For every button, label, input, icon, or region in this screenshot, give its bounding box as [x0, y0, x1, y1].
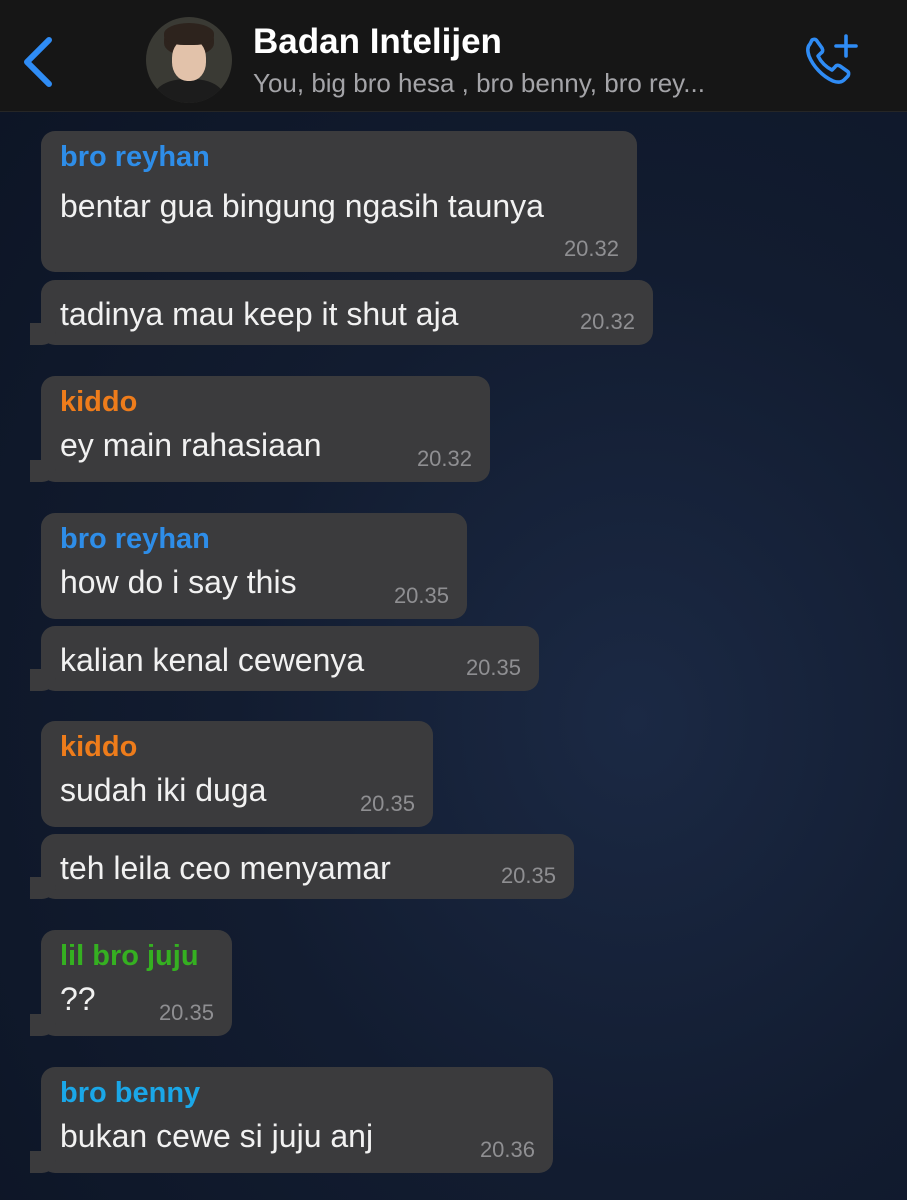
sender-name[interactable]: bro reyhan [60, 140, 619, 174]
back-button[interactable] [18, 34, 58, 90]
message-time: 20.32 [416, 446, 472, 471]
message-bubble[interactable]: lil bro juju ?? 20.35 [30, 930, 232, 1036]
message-bubble[interactable]: bro reyhan bentar gua bingung ngasih tau… [41, 131, 637, 272]
message-time: 20.32 [579, 309, 635, 334]
message-bubble[interactable]: teh leila ceo menyamar 20.35 [30, 834, 574, 899]
message-text: ey main rahasiaan [60, 427, 322, 463]
chat-header: Badan Intelijen You, big bro hesa , bro … [0, 0, 907, 112]
message-text: tadinya mau keep it shut aja [60, 296, 459, 332]
message-time: 20.32 [563, 236, 619, 261]
sender-name[interactable]: kiddo [60, 385, 472, 419]
message-text: kalian kenal cewenya [60, 642, 365, 678]
message-text: ?? [60, 981, 96, 1017]
sender-name[interactable]: lil bro juju [60, 939, 214, 973]
message-bubble[interactable]: kalian kenal cewenya 20.35 [30, 626, 539, 691]
message-text: bukan cewe si juju anj [60, 1118, 374, 1154]
chevron-left-icon [24, 37, 52, 87]
chat-title[interactable]: Badan Intelijen [253, 22, 502, 62]
message-time: 20.35 [158, 1000, 214, 1025]
message-bubble[interactable]: bro benny bukan cewe si juju anj 20.36 [30, 1067, 553, 1173]
message-time: 20.36 [479, 1137, 535, 1162]
sender-name[interactable]: bro reyhan [60, 522, 449, 556]
message-text: teh leila ceo menyamar [60, 850, 391, 886]
sender-name[interactable]: kiddo [60, 730, 415, 764]
group-avatar[interactable] [146, 17, 232, 103]
message-time: 20.35 [500, 863, 556, 888]
message-text: bentar gua bingung ngasih taunya [60, 188, 544, 224]
chat-participants[interactable]: You, big bro hesa , bro benny, bro rey..… [253, 68, 705, 99]
message-time: 20.35 [393, 583, 449, 608]
message-bubble[interactable]: tadinya mau keep it shut aja 20.32 [30, 280, 653, 345]
phone-plus-icon [806, 34, 858, 84]
message-bubble[interactable]: kiddo ey main rahasiaan 20.32 [30, 376, 490, 482]
message-bubble[interactable]: bro reyhan how do i say this 20.35 [41, 513, 467, 619]
message-time: 20.35 [359, 791, 415, 816]
message-time: 20.35 [465, 655, 521, 680]
message-bubble[interactable]: kiddo sudah iki duga 20.35 [41, 721, 433, 827]
message-text: sudah iki duga [60, 772, 267, 808]
message-text: how do i say this [60, 564, 297, 600]
add-call-button[interactable] [800, 32, 864, 88]
sender-name[interactable]: bro benny [60, 1076, 535, 1110]
